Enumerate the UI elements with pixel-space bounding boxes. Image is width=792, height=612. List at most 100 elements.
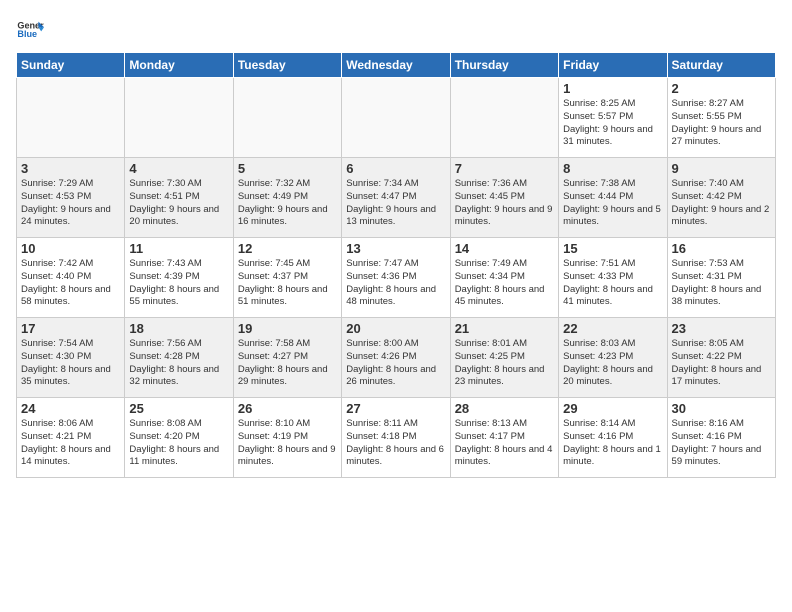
cell-content: Sunrise: 7:36 AM Sunset: 4:45 PM Dayligh… xyxy=(455,178,554,229)
day-number: 3 xyxy=(21,161,120,176)
cell-content: Sunrise: 8:05 AM Sunset: 4:22 PM Dayligh… xyxy=(672,338,771,389)
cell-content: Sunrise: 7:29 AM Sunset: 4:53 PM Dayligh… xyxy=(21,178,120,229)
calendar-cell xyxy=(450,78,558,158)
day-number: 11 xyxy=(129,241,228,256)
calendar-cell xyxy=(125,78,233,158)
day-number: 14 xyxy=(455,241,554,256)
calendar-header-row: SundayMondayTuesdayWednesdayThursdayFrid… xyxy=(17,53,776,78)
day-number: 2 xyxy=(672,81,771,96)
calendar-week-row: 10Sunrise: 7:42 AM Sunset: 4:40 PM Dayli… xyxy=(17,238,776,318)
calendar-cell: 25 Sunrise: 8:08 AM Sunset: 4:20 PM Dayli… xyxy=(125,398,233,478)
day-number: 12 xyxy=(238,241,337,256)
day-number: 16 xyxy=(672,241,771,256)
cell-content: Sunrise: 7:45 AM Sunset: 4:37 PM Dayligh… xyxy=(238,258,337,309)
logo: General Blue xyxy=(16,16,44,44)
day-number: 8 xyxy=(563,161,662,176)
day-number: 20 xyxy=(346,321,445,336)
day-number: 22 xyxy=(563,321,662,336)
cell-content: Sunrise: 8:00 AM Sunset: 4:26 PM Dayligh… xyxy=(346,338,445,389)
cell-content: Sunrise: 7:38 AM Sunset: 4:44 PM Dayligh… xyxy=(563,178,662,229)
day-number: 15 xyxy=(563,241,662,256)
cell-content: Sunrise: 8:25 AM Sunset: 5:57 PM Dayligh… xyxy=(563,98,662,149)
calendar-cell: 13 Sunrise: 7:47 AM Sunset: 4:36 PM Dayli… xyxy=(342,238,450,318)
cell-content: Sunrise: 7:51 AM Sunset: 4:33 PM Dayligh… xyxy=(563,258,662,309)
calendar-cell xyxy=(233,78,341,158)
day-number: 25 xyxy=(129,401,228,416)
cell-content: Sunrise: 7:30 AM Sunset: 4:51 PM Dayligh… xyxy=(129,178,228,229)
day-number: 13 xyxy=(346,241,445,256)
calendar-cell: 23 Sunrise: 8:05 AM Sunset: 4:22 PM Dayli… xyxy=(667,318,775,398)
calendar-week-row: 24Sunrise: 8:06 AM Sunset: 4:21 PM Dayli… xyxy=(17,398,776,478)
cell-content: Sunrise: 8:11 AM Sunset: 4:18 PM Dayligh… xyxy=(346,418,445,469)
svg-text:Blue: Blue xyxy=(17,29,37,39)
calendar-cell: 5Sunrise: 7:32 AM Sunset: 4:49 PM Daylig… xyxy=(233,158,341,238)
day-number: 4 xyxy=(129,161,228,176)
calendar-cell: 14 Sunrise: 7:49 AM Sunset: 4:34 PM Dayli… xyxy=(450,238,558,318)
day-header-monday: Monday xyxy=(125,53,233,78)
cell-content: Sunrise: 8:08 AM Sunset: 4:20 PM Dayligh… xyxy=(129,418,228,469)
day-number: 6 xyxy=(346,161,445,176)
day-number: 30 xyxy=(672,401,771,416)
cell-content: Sunrise: 7:40 AM Sunset: 4:42 PM Dayligh… xyxy=(672,178,771,229)
day-number: 5 xyxy=(238,161,337,176)
calendar-cell: 27 Sunrise: 8:11 AM Sunset: 4:18 PM Dayli… xyxy=(342,398,450,478)
day-header-thursday: Thursday xyxy=(450,53,558,78)
calendar-cell: 24Sunrise: 8:06 AM Sunset: 4:21 PM Dayli… xyxy=(17,398,125,478)
day-number: 18 xyxy=(129,321,228,336)
cell-content: Sunrise: 7:49 AM Sunset: 4:34 PM Dayligh… xyxy=(455,258,554,309)
day-number: 28 xyxy=(455,401,554,416)
calendar-cell xyxy=(342,78,450,158)
cell-content: Sunrise: 8:14 AM Sunset: 4:16 PM Dayligh… xyxy=(563,418,662,469)
day-number: 19 xyxy=(238,321,337,336)
cell-content: Sunrise: 8:27 AM Sunset: 5:55 PM Dayligh… xyxy=(672,98,771,149)
calendar-cell: 17Sunrise: 7:54 AM Sunset: 4:30 PM Dayli… xyxy=(17,318,125,398)
calendar-cell: 20 Sunrise: 8:00 AM Sunset: 4:26 PM Dayli… xyxy=(342,318,450,398)
calendar-cell: 1 Sunrise: 8:25 AM Sunset: 5:57 PM Daylig… xyxy=(559,78,667,158)
cell-content: Sunrise: 7:47 AM Sunset: 4:36 PM Dayligh… xyxy=(346,258,445,309)
calendar-cell: 4 Sunrise: 7:30 AM Sunset: 4:51 PM Daylig… xyxy=(125,158,233,238)
day-number: 9 xyxy=(672,161,771,176)
day-number: 27 xyxy=(346,401,445,416)
cell-content: Sunrise: 7:53 AM Sunset: 4:31 PM Dayligh… xyxy=(672,258,771,309)
cell-content: Sunrise: 7:43 AM Sunset: 4:39 PM Dayligh… xyxy=(129,258,228,309)
cell-content: Sunrise: 8:01 AM Sunset: 4:25 PM Dayligh… xyxy=(455,338,554,389)
calendar-cell: 21 Sunrise: 8:01 AM Sunset: 4:25 PM Dayli… xyxy=(450,318,558,398)
cell-content: Sunrise: 8:03 AM Sunset: 4:23 PM Dayligh… xyxy=(563,338,662,389)
calendar-week-row: 3 Sunrise: 7:29 AM Sunset: 4:53 PM Daylig… xyxy=(17,158,776,238)
calendar-cell: 19 Sunrise: 7:58 AM Sunset: 4:27 PM Dayli… xyxy=(233,318,341,398)
calendar-cell: 15 Sunrise: 7:51 AM Sunset: 4:33 PM Dayli… xyxy=(559,238,667,318)
calendar-cell: 18 Sunrise: 7:56 AM Sunset: 4:28 PM Dayli… xyxy=(125,318,233,398)
calendar-cell: 30 Sunrise: 8:16 AM Sunset: 4:16 PM Dayli… xyxy=(667,398,775,478)
day-number: 21 xyxy=(455,321,554,336)
day-header-saturday: Saturday xyxy=(667,53,775,78)
calendar-cell: 16 Sunrise: 7:53 AM Sunset: 4:31 PM Dayli… xyxy=(667,238,775,318)
header: General Blue xyxy=(16,16,776,44)
cell-content: Sunrise: 7:42 AM Sunset: 4:40 PM Dayligh… xyxy=(21,258,120,309)
cell-content: Sunrise: 7:34 AM Sunset: 4:47 PM Dayligh… xyxy=(346,178,445,229)
day-header-wednesday: Wednesday xyxy=(342,53,450,78)
day-number: 1 xyxy=(563,81,662,96)
cell-content: Sunrise: 8:13 AM Sunset: 4:17 PM Dayligh… xyxy=(455,418,554,469)
calendar-cell: 8 Sunrise: 7:38 AM Sunset: 4:44 PM Daylig… xyxy=(559,158,667,238)
calendar-cell: 29Sunrise: 8:14 AM Sunset: 4:16 PM Dayli… xyxy=(559,398,667,478)
calendar-cell: 26 Sunrise: 8:10 AM Sunset: 4:19 PM Dayli… xyxy=(233,398,341,478)
calendar-cell: 2 Sunrise: 8:27 AM Sunset: 5:55 PM Daylig… xyxy=(667,78,775,158)
cell-content: Sunrise: 8:06 AM Sunset: 4:21 PM Dayligh… xyxy=(21,418,120,469)
cell-content: Sunrise: 7:58 AM Sunset: 4:27 PM Dayligh… xyxy=(238,338,337,389)
calendar-table: SundayMondayTuesdayWednesdayThursdayFrid… xyxy=(16,52,776,478)
calendar-cell: 7 Sunrise: 7:36 AM Sunset: 4:45 PM Daylig… xyxy=(450,158,558,238)
logo-icon: General Blue xyxy=(16,16,44,44)
calendar-cell: 3 Sunrise: 7:29 AM Sunset: 4:53 PM Daylig… xyxy=(17,158,125,238)
calendar-week-row: 17Sunrise: 7:54 AM Sunset: 4:30 PM Dayli… xyxy=(17,318,776,398)
calendar-cell xyxy=(17,78,125,158)
day-number: 17 xyxy=(21,321,120,336)
day-number: 7 xyxy=(455,161,554,176)
cell-content: Sunrise: 7:56 AM Sunset: 4:28 PM Dayligh… xyxy=(129,338,228,389)
calendar-cell: 6 Sunrise: 7:34 AM Sunset: 4:47 PM Daylig… xyxy=(342,158,450,238)
calendar-cell: 11 Sunrise: 7:43 AM Sunset: 4:39 PM Dayli… xyxy=(125,238,233,318)
day-number: 23 xyxy=(672,321,771,336)
day-header-sunday: Sunday xyxy=(17,53,125,78)
cell-content: Sunrise: 8:16 AM Sunset: 4:16 PM Dayligh… xyxy=(672,418,771,469)
cell-content: Sunrise: 8:10 AM Sunset: 4:19 PM Dayligh… xyxy=(238,418,337,469)
day-number: 26 xyxy=(238,401,337,416)
